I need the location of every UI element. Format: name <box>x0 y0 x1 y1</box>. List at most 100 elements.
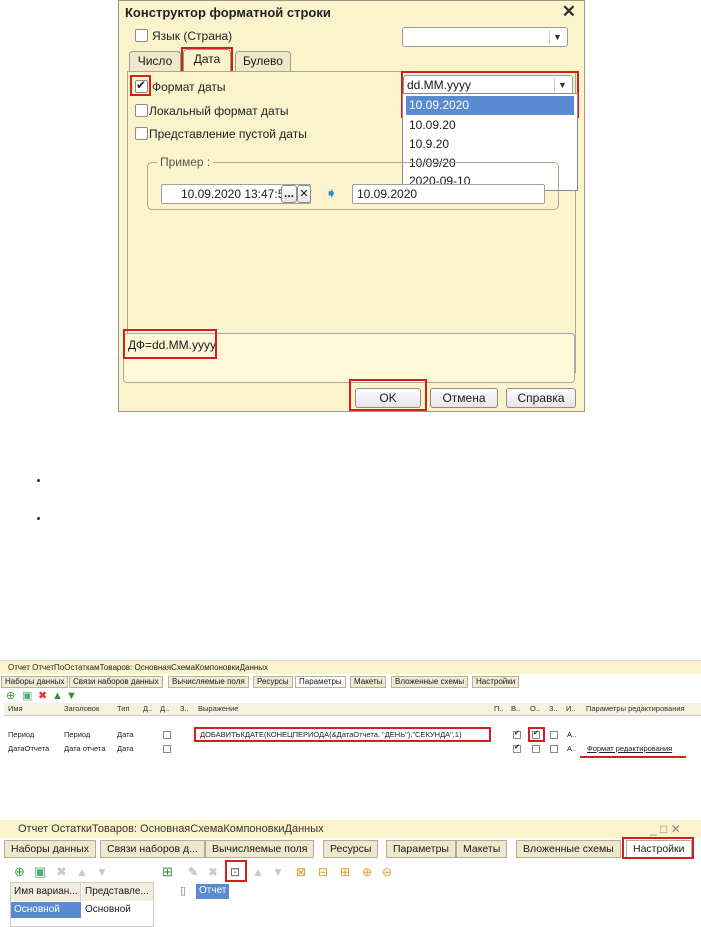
col-header[interactable]: Заголовок <box>64 704 99 716</box>
dropdown-option[interactable]: 10.09.2020 <box>406 96 574 115</box>
bullet-point <box>37 479 40 482</box>
collapse-icon[interactable]: ⊖ <box>382 866 392 878</box>
language-checkbox[interactable] <box>135 29 148 42</box>
window-title: Отчет ОтчетПоОстаткамТоваров: ОсновнаяСх… <box>0 661 701 674</box>
col-header[interactable]: Д.. <box>160 704 169 716</box>
tab-parameters[interactable]: Параметры <box>386 840 456 858</box>
close-icon[interactable]: ✕ <box>562 2 576 22</box>
copy-icon[interactable]: ▣ <box>34 865 46 878</box>
add-icon[interactable]: ⊕ <box>6 690 15 702</box>
ungroup-icon[interactable]: ⊟ <box>318 866 328 878</box>
tab-layouts[interactable]: Макеты <box>456 840 508 858</box>
col-header[interactable]: Д.. <box>143 704 152 716</box>
table-checkbox[interactable] <box>513 743 521 753</box>
edit-format-link[interactable]: Формат редактирования <box>587 744 672 753</box>
local-format-label: Локальный формат даты <box>149 104 289 118</box>
language-label: Язык (Страна) <box>152 29 233 43</box>
window-title: Отчет ОстаткиТоваров: ОсновнаяСхемаКомпо… <box>0 820 701 838</box>
col-header[interactable]: В.. <box>511 704 520 716</box>
variant-name[interactable]: Основной <box>11 902 81 918</box>
move-down-icon: ▼ <box>96 865 108 879</box>
dropdown-option[interactable]: 10.09.20 <box>406 116 574 135</box>
tab-parameters[interactable]: Параметры <box>295 676 346 688</box>
help-button[interactable]: Справка <box>506 388 576 408</box>
tab-calculated-fields[interactable]: Вычисляемые поля <box>168 676 249 688</box>
table-checkbox[interactable] <box>532 745 540 753</box>
tab-dataset-links[interactable]: Связи наборов данных <box>69 676 163 688</box>
tab-calculated-fields[interactable]: Вычисляемые поля <box>205 840 315 858</box>
variant-col-header[interactable]: Представле... <box>82 883 153 901</box>
dropdown-option[interactable]: 10.9.20 <box>406 135 574 154</box>
edit-icon[interactable]: ✎ <box>188 866 198 878</box>
group-icon[interactable]: ⊠ <box>296 866 306 878</box>
table-checkbox[interactable] <box>550 745 558 753</box>
cell-caption: Период <box>64 730 91 739</box>
chevron-down-icon[interactable]: ▼ <box>549 30 565 44</box>
expand-icon[interactable]: ⊕ <box>362 866 372 878</box>
cell-i: А.. <box>567 730 577 739</box>
tab-layouts[interactable]: Макеты <box>350 676 387 688</box>
move-up-icon: ▲ <box>76 865 88 879</box>
add-icon[interactable]: ⊕ <box>14 865 25 878</box>
tab-dataset-links[interactable]: Связи наборов д... <box>100 840 205 858</box>
language-select[interactable]: ▼ <box>402 27 568 47</box>
tab-nested-schemas[interactable]: Вложенные схемы <box>391 676 469 688</box>
date-format-label: Формат даты <box>152 80 226 94</box>
move-up-icon[interactable]: ▲ <box>52 690 63 702</box>
ellipsis-button[interactable]: ... <box>281 185 297 203</box>
highlight-settings-tab <box>622 837 694 859</box>
move-up-icon: ▲ <box>252 865 264 879</box>
table-checkbox[interactable] <box>550 731 558 739</box>
example-legend: Пример : <box>157 155 214 169</box>
cell-type: Дата <box>117 730 134 739</box>
tree-root-report[interactable]: Отчет <box>196 884 230 899</box>
table-checkbox[interactable] <box>163 731 171 739</box>
tab-nested-schemas[interactable]: Вложенные схемы <box>516 840 621 858</box>
cell-i: А.. <box>567 744 577 753</box>
col-header[interactable]: И.. <box>566 704 576 716</box>
empty-date-checkbox[interactable] <box>135 127 148 140</box>
move-down-icon[interactable]: ▼ <box>66 690 77 702</box>
cell-name: Период <box>8 730 35 739</box>
highlight-ok-button <box>349 379 427 411</box>
delete-icon[interactable]: ✖ <box>38 690 47 702</box>
table-checkbox[interactable] <box>513 729 521 739</box>
cell-type: Дата <box>117 744 134 753</box>
tab-datasets[interactable]: Наборы данных <box>1 676 69 688</box>
tab-datasets[interactable]: Наборы данных <box>4 840 96 858</box>
col-header[interactable]: Имя <box>8 704 23 716</box>
highlight-checkbox <box>528 727 545 742</box>
col-header[interactable]: Выражение <box>198 704 238 716</box>
tab-resources[interactable]: Ресурсы <box>253 676 293 688</box>
arrow-right-icon: ➧ <box>325 185 338 202</box>
move-down-icon: ▼ <box>272 865 284 879</box>
tab-number[interactable]: Число <box>129 51 181 71</box>
add-group-icon[interactable]: ⊞ <box>162 865 173 878</box>
dialog-title: Конструктор форматной строки <box>119 1 584 23</box>
structure-icon[interactable]: ⊞ <box>340 866 350 878</box>
example-output-value: 10.09.2020 <box>357 187 418 201</box>
window-controls[interactable]: _ □ ✕ <box>650 822 681 836</box>
example-input-value: 10.09.2020 13:47:54 <box>180 187 292 201</box>
format-string-dialog: Конструктор форматной строки ✕ Язык (Стр… <box>118 0 585 412</box>
copy-icon[interactable]: ▣ <box>22 690 32 702</box>
col-header[interactable]: Тип <box>117 704 130 716</box>
col-header[interactable]: З.. <box>180 704 189 716</box>
col-header[interactable]: О.. <box>530 704 540 716</box>
local-format-checkbox[interactable] <box>135 104 148 117</box>
tab-boolean[interactable]: Булево <box>235 51 291 71</box>
col-header[interactable]: П.. <box>494 704 504 716</box>
delete-icon: ✖ <box>208 865 219 879</box>
tab-resources[interactable]: Ресурсы <box>323 840 379 858</box>
highlight-expression <box>194 727 491 742</box>
cancel-button[interactable]: Отмена <box>430 388 498 408</box>
table-checkbox[interactable] <box>163 745 171 753</box>
col-header[interactable]: З.. <box>549 704 558 716</box>
clear-icon[interactable]: ✕ <box>297 185 311 203</box>
tab-settings[interactable]: Настройки <box>472 676 520 688</box>
highlight-designer-icon <box>225 860 247 882</box>
col-header[interactable]: Параметры редактирования <box>586 704 685 716</box>
variant-col-header[interactable]: Имя вариан... <box>11 883 81 901</box>
variant-presentation[interactable]: Основной <box>82 902 153 918</box>
empty-date-label: Представление пустой даты <box>149 127 307 141</box>
